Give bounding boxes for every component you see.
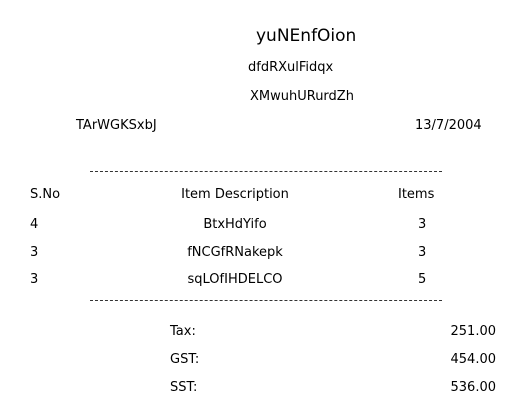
table-row-items: 3	[418, 245, 427, 260]
gst-value: 454.00	[450, 352, 497, 367]
table-row-description: BtxHdYifo	[203, 217, 267, 232]
table-row-sno: 3	[30, 245, 39, 260]
divider-top	[90, 171, 442, 172]
receipt-title: yuNEnfOion	[256, 26, 357, 46]
sst-label: SST:	[170, 380, 198, 395]
receipt-subtitle-1: dfdRXulFidqx	[248, 60, 334, 75]
customer-name: TArWGKSxbJ	[76, 118, 157, 133]
table-row-sno: 3	[30, 272, 39, 287]
divider-bottom	[90, 300, 442, 301]
column-header-sno: S.No	[30, 187, 61, 202]
table-row-sno: 4	[30, 217, 39, 232]
sst-value: 536.00	[450, 380, 497, 395]
gst-label: GST:	[170, 352, 200, 367]
table-row-items: 5	[418, 272, 427, 287]
column-header-description: Item Description	[181, 187, 289, 202]
table-row-description: fNCGfRNakepk	[187, 245, 283, 260]
receipt-date: 13/7/2004	[415, 118, 482, 133]
table-row-items: 3	[418, 217, 427, 232]
tax-label: Tax:	[170, 324, 196, 339]
receipt-subtitle-2: XMwuhURurdZh	[250, 89, 354, 104]
tax-value: 251.00	[450, 324, 497, 339]
table-row-description: sqLOfIHDELCO	[187, 272, 283, 287]
column-header-items: Items	[398, 187, 435, 202]
